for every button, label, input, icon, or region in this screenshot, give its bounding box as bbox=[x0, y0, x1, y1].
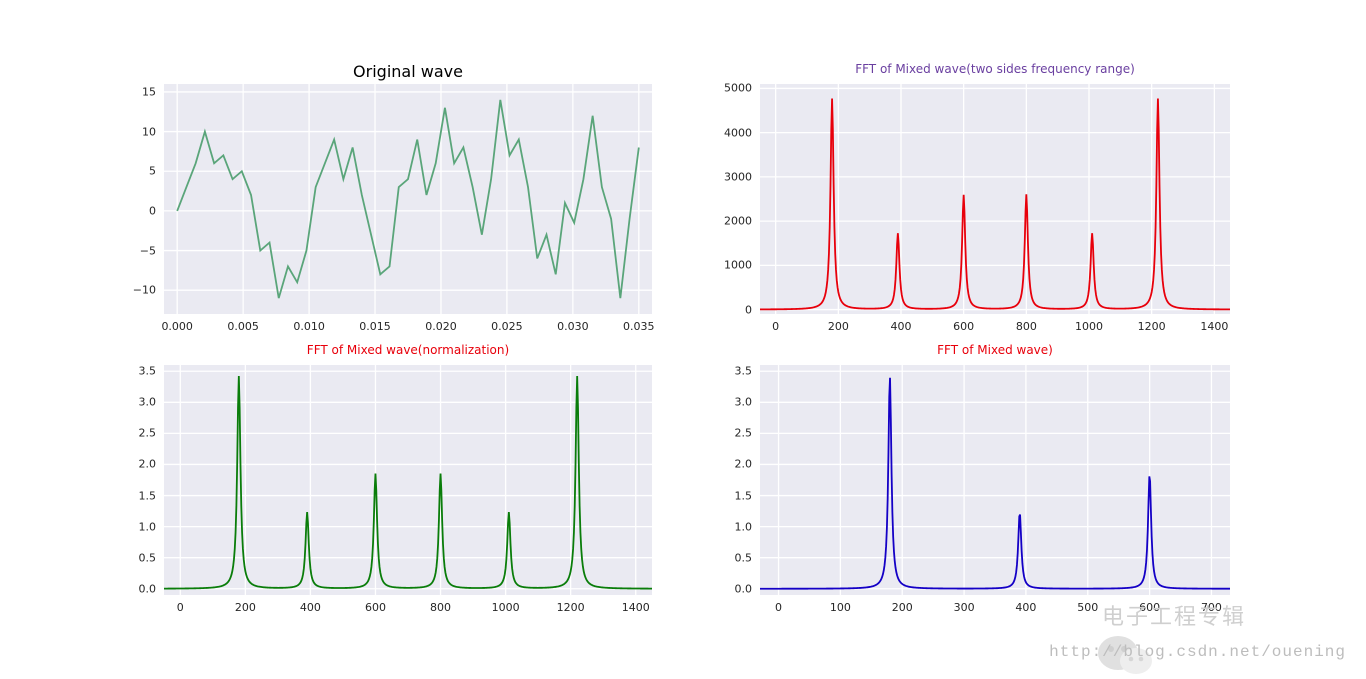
y-tick-label: 0.5 bbox=[735, 551, 753, 564]
data-line bbox=[760, 98, 1230, 309]
y-tick-label: 3.0 bbox=[139, 396, 157, 409]
x-tick-label: 0.035 bbox=[623, 320, 655, 333]
x-tick-label: 200 bbox=[235, 601, 256, 614]
x-tick-label: 0.000 bbox=[161, 320, 193, 333]
y-tick-label: 1.0 bbox=[735, 520, 753, 533]
y-tick-label: 2.5 bbox=[735, 427, 753, 440]
x-tick-label: 1400 bbox=[1200, 320, 1228, 333]
axes-title: FFT of Mixed wave(normalization) bbox=[164, 343, 652, 357]
y-tick-label: 2.5 bbox=[139, 427, 157, 440]
x-tick-label: 500 bbox=[1077, 601, 1098, 614]
x-tick-label: 0.015 bbox=[359, 320, 391, 333]
x-tick-label: 1200 bbox=[557, 601, 585, 614]
plot-svg bbox=[760, 365, 1230, 595]
x-tick-label: 0.005 bbox=[227, 320, 259, 333]
axes-tr: FFT of Mixed wave(two sides frequency ra… bbox=[760, 84, 1230, 314]
y-tick-label: 3000 bbox=[724, 170, 752, 183]
y-tick-label: 2000 bbox=[724, 215, 752, 228]
plot-svg bbox=[760, 84, 1230, 314]
axes-tl: Original wave0.0000.0050.0100.0150.0200.… bbox=[164, 84, 652, 314]
axes-br: FFT of Mixed wave)0100200300400500600700… bbox=[760, 365, 1230, 595]
y-tick-label: 4000 bbox=[724, 126, 752, 139]
figure: Original wave0.0000.0050.0100.0150.0200.… bbox=[0, 0, 1366, 671]
x-tick-label: 0.025 bbox=[491, 320, 523, 333]
y-tick-label: −5 bbox=[140, 244, 156, 257]
x-tick-label: 1200 bbox=[1138, 320, 1166, 333]
y-tick-label: 3.5 bbox=[139, 365, 157, 378]
x-tick-label: 100 bbox=[830, 601, 851, 614]
y-tick-label: 15 bbox=[142, 85, 156, 98]
y-tick-label: 0.0 bbox=[735, 582, 753, 595]
y-tick-label: 5000 bbox=[724, 82, 752, 95]
x-tick-label: 200 bbox=[828, 320, 849, 333]
axes-title: FFT of Mixed wave) bbox=[760, 343, 1230, 357]
plot-svg bbox=[164, 365, 652, 595]
y-tick-label: 5 bbox=[149, 165, 156, 178]
data-line bbox=[164, 376, 652, 589]
x-tick-label: 1000 bbox=[1075, 320, 1103, 333]
y-tick-label: 0.0 bbox=[139, 582, 157, 595]
y-tick-label: 1000 bbox=[724, 259, 752, 272]
y-tick-label: 1.5 bbox=[735, 489, 753, 502]
plot-svg bbox=[164, 84, 652, 314]
x-tick-label: 0 bbox=[177, 601, 184, 614]
y-tick-label: 1.5 bbox=[139, 489, 157, 502]
axes-title: FFT of Mixed wave(two sides frequency ra… bbox=[760, 62, 1230, 76]
x-tick-label: 0.010 bbox=[293, 320, 325, 333]
x-tick-label: 600 bbox=[1139, 601, 1160, 614]
y-tick-label: 3.5 bbox=[735, 365, 753, 378]
x-tick-label: 800 bbox=[430, 601, 451, 614]
y-tick-label: 3.0 bbox=[735, 396, 753, 409]
x-tick-label: 600 bbox=[365, 601, 386, 614]
y-tick-label: 10 bbox=[142, 125, 156, 138]
y-tick-label: −10 bbox=[133, 284, 156, 297]
y-tick-label: 2.0 bbox=[735, 458, 753, 471]
axes-bl: FFT of Mixed wave(normalization)02004006… bbox=[164, 365, 652, 595]
x-tick-label: 0 bbox=[775, 601, 782, 614]
y-tick-label: 2.0 bbox=[139, 458, 157, 471]
x-tick-label: 0.030 bbox=[557, 320, 589, 333]
x-tick-label: 400 bbox=[891, 320, 912, 333]
x-tick-label: 400 bbox=[1015, 601, 1036, 614]
x-tick-label: 800 bbox=[1016, 320, 1037, 333]
x-tick-label: 400 bbox=[300, 601, 321, 614]
data-line bbox=[177, 100, 639, 298]
y-tick-label: 0 bbox=[745, 303, 752, 316]
axes-title: Original wave bbox=[164, 62, 652, 81]
y-tick-label: 0 bbox=[149, 204, 156, 217]
x-tick-label: 700 bbox=[1201, 601, 1222, 614]
y-tick-label: 1.0 bbox=[139, 520, 157, 533]
x-tick-label: 200 bbox=[892, 601, 913, 614]
x-tick-label: 1000 bbox=[492, 601, 520, 614]
x-tick-label: 0.020 bbox=[425, 320, 457, 333]
x-tick-label: 1400 bbox=[622, 601, 650, 614]
x-tick-label: 0 bbox=[772, 320, 779, 333]
y-tick-label: 0.5 bbox=[139, 551, 157, 564]
x-tick-label: 600 bbox=[953, 320, 974, 333]
x-tick-label: 300 bbox=[954, 601, 975, 614]
